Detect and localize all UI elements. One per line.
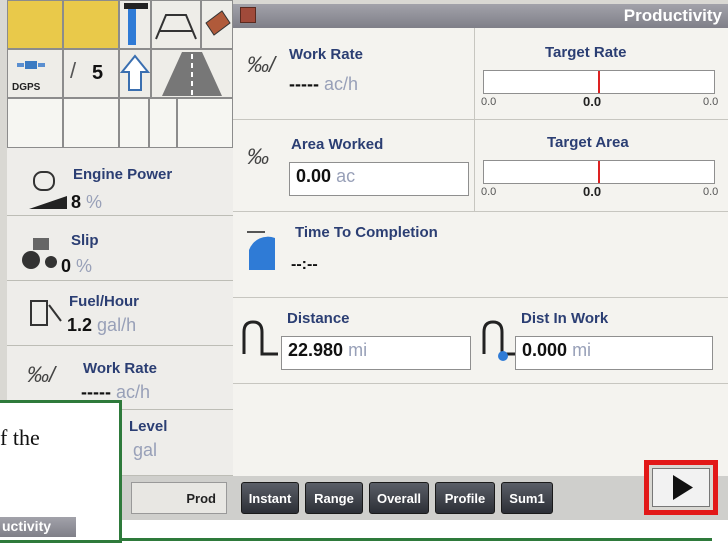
target-area-center: 0.0 — [583, 184, 602, 199]
fuel-hour-widget[interactable]: Fuel/Hour 1.2 gal/h — [7, 281, 233, 346]
profile-button[interactable]: Profile — [435, 482, 495, 514]
implement-icon — [151, 0, 201, 49]
work-rate-unit: ac/h — [324, 74, 359, 94]
time-to-completion-value: --:-- — [291, 256, 318, 273]
page-icon — [240, 7, 256, 23]
guidance-road-icon — [151, 49, 233, 98]
dist-in-work-value: 0.000 — [522, 340, 568, 360]
slip-value: 0 — [61, 256, 72, 276]
area-worked-value: 0.00 — [296, 166, 332, 186]
target-rate-bar — [483, 70, 715, 94]
gps-status-icon: DGPS — [7, 49, 63, 98]
target-area-label: Target Area — [547, 134, 629, 151]
level-label: Level — [129, 418, 168, 435]
status-cell — [63, 0, 119, 49]
up-arrow-icon — [119, 49, 151, 98]
work-rate-unit: ac/h — [116, 382, 151, 402]
work-switch-icon — [119, 0, 151, 49]
dist-in-work-label: Dist In Work — [521, 310, 609, 327]
target-rate-marker — [598, 71, 600, 93]
work-rate-value: ----- — [289, 74, 319, 94]
status-cell — [7, 0, 63, 49]
engine-icon — [33, 171, 55, 191]
dist-in-work-unit: mi — [572, 340, 592, 360]
area-worked-label: Area Worked — [291, 136, 384, 153]
work-rate-label: Work Rate — [83, 360, 157, 377]
level-unit: gal — [133, 440, 158, 460]
callout-text: f the — [0, 425, 40, 450]
page-title: Productivity — [623, 6, 722, 25]
distance-field: 22.980 mi — [281, 336, 471, 370]
area-worked-field: 0.00 ac — [289, 162, 469, 196]
instant-button[interactable]: Instant — [241, 482, 299, 514]
range-button[interactable]: Range — [305, 482, 363, 514]
signal-count-icon: / 5 — [63, 49, 119, 98]
time-to-completion-section[interactable]: Time To Completion --:-- — [233, 212, 728, 298]
slip-widget[interactable]: Slip 0 % — [7, 216, 233, 281]
work-rate-value: ----- — [81, 382, 111, 402]
work-rate-icon: ‰/ — [247, 52, 276, 77]
callout-mini-titlebar: uctivity — [0, 517, 76, 537]
fuel-hour-label: Fuel/Hour — [69, 293, 139, 310]
status-cell — [63, 98, 119, 148]
target-area-min: 0.0 — [481, 186, 497, 198]
fuel-hour-value: 1.2 — [67, 315, 93, 335]
tractor-icon — [22, 238, 57, 269]
dist-in-work-field: 0.000 mi — [515, 336, 713, 370]
signal-count: 5 — [92, 62, 104, 84]
distance-icon — [242, 320, 278, 356]
target-area-section[interactable]: Target Area 0.0 0.0 0.0 — [475, 120, 728, 212]
work-rate-label: Work Rate — [289, 46, 363, 63]
gps-label: DGPS — [12, 82, 41, 93]
productivity-panel: ‰/ Work Rate ----- ac/h Target Rate 0.0 … — [233, 28, 728, 488]
distance-section[interactable]: Distance 22.980 mi — [233, 298, 475, 384]
book-icon — [201, 0, 233, 49]
target-rate-section[interactable]: Target Rate 0.0 0.0 0.0 — [475, 28, 728, 120]
work-rate-section[interactable]: ‰/ Work Rate ----- ac/h — [233, 28, 475, 120]
work-rate-icon: ‰/ — [27, 362, 56, 387]
target-area-bar — [483, 160, 715, 184]
engine-power-unit: % — [86, 192, 103, 212]
play-arrow-icon — [673, 475, 693, 500]
time-to-completion-label: Time To Completion — [295, 224, 438, 241]
time-completion-icon — [247, 231, 275, 270]
target-rate-center: 0.0 — [583, 94, 602, 109]
status-cell — [7, 98, 63, 148]
engine-power-widget[interactable]: Engine Power 8 % — [7, 148, 233, 216]
slip-unit: % — [76, 256, 93, 276]
distance-label: Distance — [287, 310, 350, 327]
area-worked-icon: ‰ — [247, 144, 269, 169]
status-cell — [149, 98, 177, 148]
callout-mini-title: uctivity — [2, 518, 52, 534]
annotation-callout: f the uctivity — [0, 400, 122, 543]
overall-button[interactable]: Overall — [369, 482, 429, 514]
fuel-hour-unit: gal/h — [97, 315, 137, 335]
slip-label: Slip — [71, 232, 99, 249]
area-worked-unit: ac — [336, 166, 356, 186]
target-area-max: 0.0 — [703, 186, 719, 198]
target-rate-min: 0.0 — [481, 96, 497, 108]
next-page-button[interactable] — [652, 468, 710, 507]
callout-line — [122, 538, 712, 541]
next-page-highlight — [644, 460, 718, 515]
engine-power-value: 8 — [71, 192, 82, 212]
target-area-marker — [598, 161, 600, 183]
load-wedge-icon — [29, 196, 67, 209]
area-worked-section[interactable]: ‰ Area Worked 0.00 ac — [233, 120, 475, 212]
title-bar: Productivity — [233, 4, 728, 28]
distance-value: 22.980 — [288, 340, 344, 360]
fuel-pump-icon — [30, 300, 62, 326]
prod-tab[interactable]: Prod — [131, 482, 227, 514]
engine-power-label: Engine Power — [73, 166, 173, 183]
status-cell — [119, 98, 149, 148]
dist-in-work-section[interactable]: Dist In Work 0.000 mi — [475, 298, 728, 384]
target-rate-label: Target Rate — [545, 44, 627, 61]
status-icon-grid: DGPS / 5 — [7, 0, 233, 98]
status-cell — [177, 98, 233, 148]
sum1-button[interactable]: Sum1 — [501, 482, 553, 514]
distance-unit: mi — [348, 340, 368, 360]
target-rate-max: 0.0 — [703, 96, 719, 108]
